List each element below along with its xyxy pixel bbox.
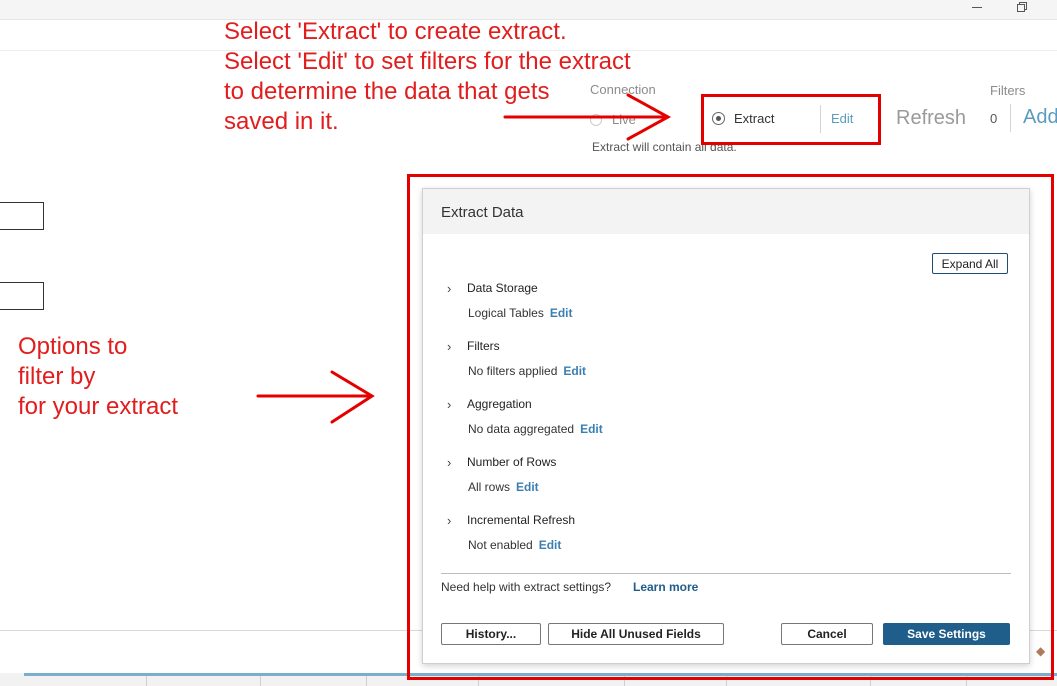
annotation-arrows <box>256 93 672 424</box>
